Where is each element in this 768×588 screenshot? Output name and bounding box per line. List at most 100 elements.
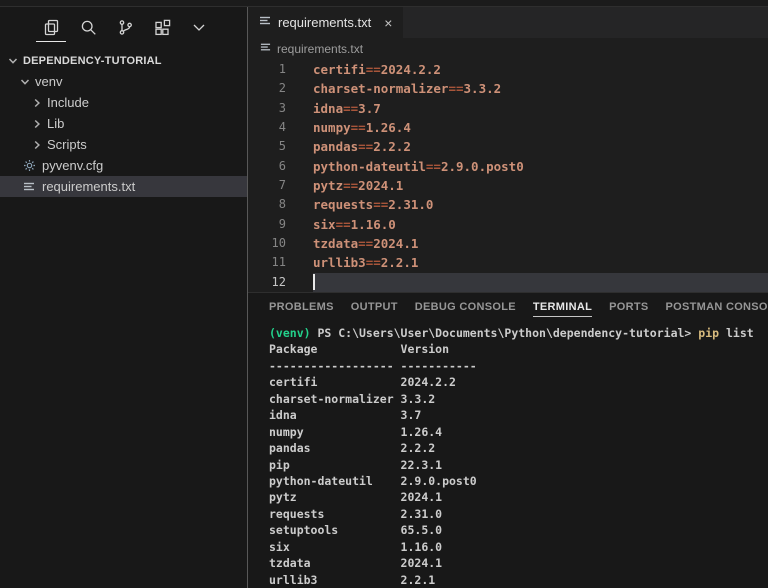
bottom-panel: PROBLEMS OUTPUT DEBUG CONSOLE TERMINAL P… <box>248 292 768 588</box>
tab-debug-console[interactable]: DEBUG CONSOLE <box>415 297 516 316</box>
version: 2024.1 <box>358 177 404 193</box>
tree-root-dependency-tutorial[interactable]: DEPENDENCY-TUTORIAL <box>0 50 247 71</box>
editor-line[interactable]: 11 urllib3==2.2.1 <box>248 253 768 272</box>
venv-indicator: (venv) <box>269 326 311 340</box>
text-file-icon <box>260 42 271 56</box>
tree-folder-include[interactable]: Include <box>0 92 247 113</box>
tab-bar: requirements.txt × <box>248 7 768 38</box>
chevron-right-icon <box>30 98 44 108</box>
terminal-line: pandas 2.2.2 <box>269 441 436 456</box>
command: pip <box>691 326 720 340</box>
chevron-down-icon[interactable] <box>188 16 210 38</box>
editor-line[interactable]: 4 numpy==1.26.4 <box>248 118 768 137</box>
package-name: requests <box>313 197 374 213</box>
terminal-output[interactable]: (venv) PS C:\Users\User\Documents\Python… <box>248 320 768 588</box>
text-file-icon <box>259 15 271 30</box>
file-tree: DEPENDENCY-TUTORIAL venv Include Lib Scr… <box>0 50 247 197</box>
operator: == <box>365 62 381 77</box>
command-arg: list <box>719 326 754 340</box>
explorer-sidebar: DEPENDENCY-TUTORIAL venv Include Lib Scr… <box>0 7 247 588</box>
operator: == <box>425 158 441 174</box>
tree-root-label: DEPENDENCY-TUTORIAL <box>23 54 162 67</box>
breadcrumb-item: requirements.txt <box>277 42 364 56</box>
tab-postman-console[interactable]: POSTMAN CONSOLE <box>666 297 768 316</box>
terminal-line: pytz 2024.1 <box>269 490 443 505</box>
line-number: 2 <box>278 81 286 96</box>
package-name: numpy <box>313 119 351 135</box>
editor-line[interactable]: 3 idna==3.7 <box>248 99 768 118</box>
editor-line[interactable]: 9 six==1.16.0 <box>248 215 768 234</box>
terminal-line: certifi 2024.2.2 <box>269 375 456 390</box>
tab-problems[interactable]: PROBLEMS <box>269 297 334 316</box>
terminal-line: numpy 1.26.4 <box>269 424 443 439</box>
breadcrumb[interactable]: requirements.txt <box>248 38 768 60</box>
editor-line[interactable]: 8 requests==2.31.0 <box>248 195 768 214</box>
package-name: urllib3 <box>313 255 366 271</box>
panel-tab-bar: PROBLEMS OUTPUT DEBUG CONSOLE TERMINAL P… <box>248 293 768 320</box>
version: 2024.2.2 <box>380 62 441 77</box>
line-number: 12 <box>271 274 286 289</box>
operator: == <box>343 177 359 193</box>
tab-output[interactable]: OUTPUT <box>351 297 398 316</box>
line-number: 6 <box>278 158 286 173</box>
folder-label: Include <box>47 95 89 110</box>
package-name: pandas <box>313 139 359 155</box>
editor-line[interactable]: 1 certifi==2024.2.2 <box>248 60 768 79</box>
folder-label: venv <box>35 74 63 89</box>
title-bar-strip <box>0 0 768 7</box>
tree-folder-lib[interactable]: Lib <box>0 113 247 134</box>
folder-label: Scripts <box>47 137 87 152</box>
terminal-line: ------------------ ----------- <box>269 358 477 373</box>
package-name: idna <box>313 100 344 116</box>
gear-icon <box>22 159 36 172</box>
terminal-line: charset-normalizer 3.3.2 <box>269 391 436 406</box>
code-editor: 1 certifi==2024.2.2 2 charset-normalizer ==… <box>248 60 768 292</box>
line-number: 11 <box>271 255 286 270</box>
package-name: charset-normalizer <box>313 81 449 97</box>
editor-line[interactable]: 2 charset-normalizer==3.3.2 <box>248 79 768 98</box>
search-icon[interactable] <box>77 16 99 38</box>
tree-folder-venv[interactable]: venv <box>0 71 247 92</box>
file-label: requirements.txt <box>42 179 136 194</box>
chevron-right-icon <box>30 140 44 150</box>
tab-label: requirements.txt <box>278 15 372 30</box>
terminal-prompt-line: (venv) PS C:\Users\User\Documents\Python… <box>269 325 768 341</box>
editor-line[interactable]: 7 pytz==2024.1 <box>248 176 768 195</box>
version: 2.2.1 <box>380 255 419 271</box>
terminal-line: idna 3.7 <box>269 408 422 423</box>
tree-file-requirements-txt[interactable]: requirements.txt <box>0 176 247 197</box>
text-cursor <box>313 274 315 291</box>
source-control-icon[interactable] <box>114 16 136 38</box>
package-name: python-dateutil <box>313 158 426 174</box>
terminal-line: python-dateutil 2.9.0.post0 <box>269 473 477 488</box>
version: 1.26.4 <box>365 119 411 135</box>
close-icon[interactable]: × <box>384 15 392 31</box>
terminal-line: six 1.16.0 <box>269 539 443 554</box>
tab-terminal[interactable]: TERMINAL <box>532 297 593 317</box>
vscode-window: DEPENDENCY-TUTORIAL venv Include Lib Scr… <box>0 0 768 588</box>
terminal-line: requests 2.31.0 <box>269 506 443 521</box>
editor-line[interactable]: 6 python-dateutil==2.9.0.post0 <box>248 157 768 176</box>
editor-line-current[interactable]: 12 <box>248 272 768 292</box>
package-name: tzdata <box>313 235 359 251</box>
version: 3.7 <box>358 100 381 116</box>
line-number: 3 <box>278 100 286 115</box>
terminal-line: Package Version <box>269 342 450 357</box>
editor-line[interactable]: 10 tzdata==2024.1 <box>248 234 768 253</box>
editor-line[interactable]: 5 pandas==2.2.2 <box>248 137 768 156</box>
version: 3.3.2 <box>463 81 502 97</box>
tab-ports[interactable]: PORTS <box>609 297 648 316</box>
tab-requirements-txt[interactable]: requirements.txt × <box>248 7 404 38</box>
line-number: 1 <box>278 62 286 76</box>
terminal-line: setuptools 65.5.0 <box>269 523 443 538</box>
extensions-icon[interactable] <box>151 16 173 38</box>
version: 2.2.2 <box>373 139 411 155</box>
tree-file-pyvenv-cfg[interactable]: pyvenv.cfg <box>0 155 247 176</box>
operator: == <box>350 119 366 135</box>
version: 2.9.0.post0 <box>440 158 524 174</box>
tree-folder-scripts[interactable]: Scripts <box>0 134 247 155</box>
explorer-icon[interactable] <box>36 16 66 42</box>
prompt-path: PS C:\Users\User\Documents\Python\depend… <box>310 326 692 340</box>
package-name: six <box>313 216 336 232</box>
operator: == <box>335 216 351 232</box>
